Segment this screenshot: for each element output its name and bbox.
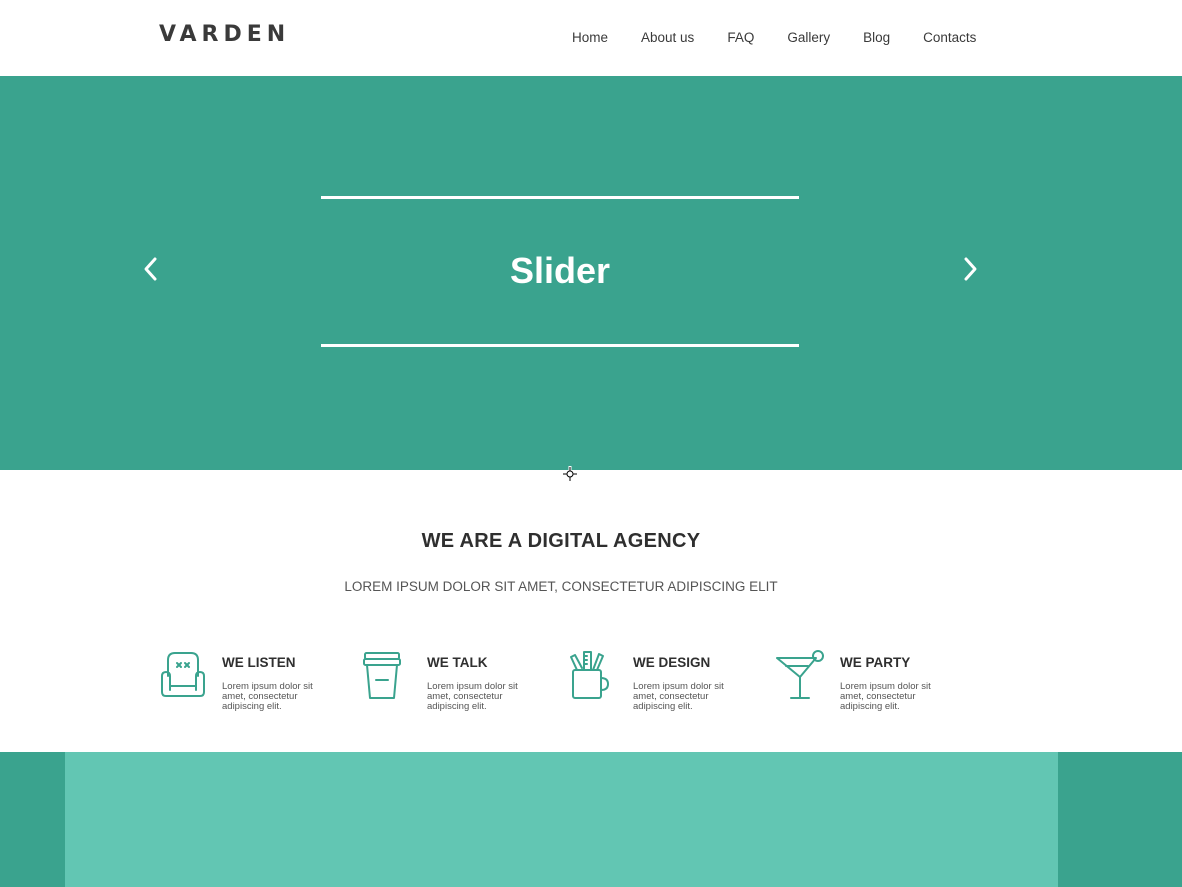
about-subtitle: LOREM IPSUM DOLOR SIT AMET, CONSECTETUR …: [344, 579, 778, 594]
feature-text: Lorem ipsum dolor sit amet, consectetur …: [427, 681, 518, 712]
feature-text: Lorem ipsum dolor sit amet, consectetur …: [633, 681, 724, 712]
chevron-left-icon: [144, 257, 157, 281]
nav-gallery[interactable]: Gallery: [787, 30, 830, 45]
feature-title: WE LISTEN: [222, 655, 296, 670]
site-header: VARDEN Home About us FAQ Gallery Blog Co…: [0, 0, 1182, 76]
move-cursor-icon: [562, 466, 578, 482]
coffee-cup-icon: [363, 652, 401, 699]
slider-top-rule: [321, 196, 799, 199]
hero-slider: Slider: [0, 76, 1182, 470]
nav-faq[interactable]: FAQ: [727, 30, 754, 45]
slider-next-button[interactable]: [960, 254, 980, 284]
slider-bottom-rule: [321, 344, 799, 347]
pencil-cup-icon: [570, 651, 609, 699]
nav-home[interactable]: Home: [572, 30, 608, 45]
feature-we-party: WE PARTY Lorem ipsum dolor sit amet, con…: [776, 650, 976, 720]
feature-title: WE PARTY: [840, 655, 911, 670]
about-title: WE ARE A DIGITAL AGENCY: [421, 530, 701, 552]
page: VARDEN Home About us FAQ Gallery Blog Co…: [0, 0, 1182, 887]
feature-we-design: WE DESIGN Lorem ipsum dolor sit amet, co…: [569, 650, 769, 720]
feature-we-talk: WE TALK Lorem ipsum dolor sit amet, cons…: [363, 650, 563, 720]
nav-contacts[interactable]: Contacts: [923, 30, 976, 45]
main-nav: Home About us FAQ Gallery Blog Contacts: [572, 30, 976, 45]
bottom-band-inner: [65, 752, 1058, 887]
cocktail-icon: [776, 650, 824, 699]
chevron-right-icon: [964, 257, 977, 281]
armchair-icon: [161, 652, 205, 697]
feature-title: WE TALK: [427, 655, 488, 670]
feature-text: Lorem ipsum dolor sit amet, consectetur …: [222, 681, 313, 712]
site-logo[interactable]: VARDEN: [159, 22, 290, 47]
slider-prev-button[interactable]: [141, 254, 161, 284]
feature-text: Lorem ipsum dolor sit amet, consectetur …: [840, 681, 931, 712]
nav-blog[interactable]: Blog: [863, 30, 890, 45]
feature-we-listen: WE LISTEN Lorem ipsum dolor sit amet, co…: [158, 650, 358, 720]
nav-about-us[interactable]: About us: [641, 30, 694, 45]
feature-title: WE DESIGN: [633, 655, 711, 670]
slider-title: Slider: [509, 250, 611, 291]
